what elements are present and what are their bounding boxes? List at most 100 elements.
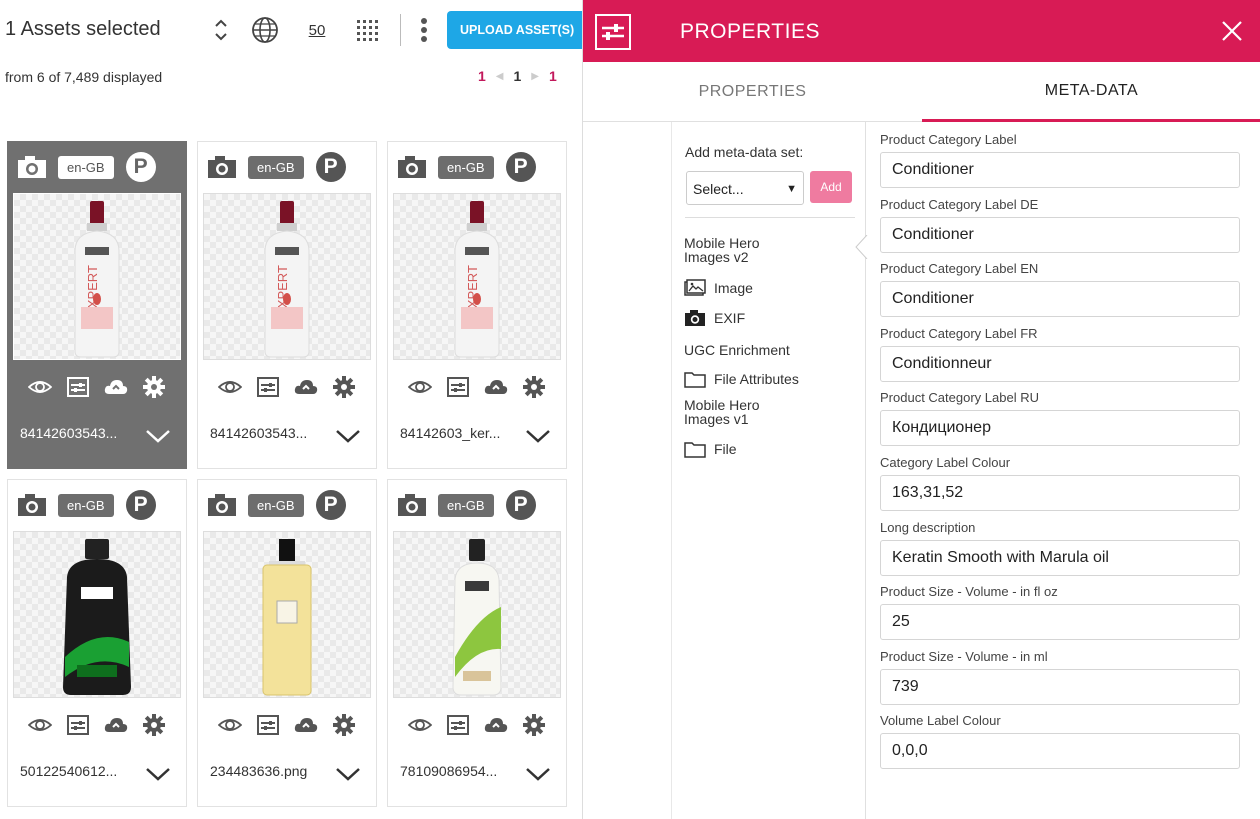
preview-eye-icon[interactable] (408, 713, 432, 737)
metadata-field: Product Category Label Conditioner (880, 132, 1242, 197)
field-input[interactable]: 739 (880, 668, 1240, 705)
field-input[interactable]: Keratin Smooth with Marula oil (880, 539, 1240, 576)
chevron-down-icon[interactable] (334, 427, 362, 445)
asset-filename: 78109086954... (400, 763, 498, 779)
field-label: Product Size - Volume - in ml (880, 648, 1048, 664)
close-icon[interactable] (1219, 18, 1245, 44)
cloud-upload-icon[interactable] (104, 375, 128, 399)
asset-card[interactable]: en-GB P 50122540612... (7, 479, 187, 807)
chevron-down-icon[interactable] (144, 427, 172, 445)
field-input[interactable]: Conditionneur (880, 345, 1240, 382)
p-badge-icon: P (315, 490, 346, 520)
locale-badge: en-GB (438, 493, 494, 517)
metadata-field: Product Size - Volume - in ml 739 (880, 649, 1242, 714)
field-input[interactable]: 163,31,52 (880, 474, 1240, 511)
asset-card[interactable]: en-GB P 78109086954... (387, 479, 567, 807)
camera-icon (208, 494, 236, 516)
cloud-upload-icon[interactable] (484, 375, 508, 399)
properties-icon[interactable] (256, 375, 280, 399)
card-header: en-GB P (16, 490, 178, 520)
metadata-set-select-value: Select... (693, 181, 744, 197)
upload-assets-button[interactable]: UPLOAD ASSET(S) (447, 11, 582, 49)
p-badge-icon: P (125, 490, 156, 520)
next-page-icon[interactable]: ▶ (531, 71, 539, 82)
more-options-icon[interactable] (414, 14, 434, 46)
card-actions (198, 710, 376, 740)
sidebar-item-mobile-hero-v2[interactable]: Mobile Hero Images v2 (684, 236, 784, 264)
sidebar-item-file[interactable]: File (684, 440, 737, 458)
gear-icon[interactable] (332, 713, 356, 737)
cloud-upload-icon[interactable] (294, 713, 318, 737)
prev-page-icon[interactable]: ◀ (496, 71, 504, 82)
tab-properties[interactable]: PROPERTIES (583, 62, 922, 122)
properties-icon[interactable] (66, 713, 90, 737)
chevron-down-icon[interactable] (144, 765, 172, 783)
last-page-link[interactable]: 1 (549, 68, 557, 84)
gear-icon[interactable] (522, 375, 546, 399)
sidebar-item-exif[interactable]: EXIF (684, 309, 745, 327)
field-input[interactable]: 25 (880, 604, 1240, 641)
metadata-field: Product Category Label DE Conditioner (880, 197, 1242, 262)
cloud-upload-icon[interactable] (104, 713, 128, 737)
panel-tabs: PROPERTIES META-DATA (583, 62, 1260, 122)
toolbar-divider (400, 14, 401, 46)
selection-count: 1 Assets selected (5, 18, 161, 40)
asset-card[interactable]: en-GB P 234483636.png (197, 479, 377, 807)
asset-card[interactable]: en-GB P EXPERT 84142603543... (197, 141, 377, 469)
tab-metadata[interactable]: META-DATA (922, 62, 1260, 122)
asset-card[interactable]: en-GB P EXPERT 84142603_ker... (387, 141, 567, 469)
gear-icon[interactable] (522, 713, 546, 737)
properties-icon[interactable] (446, 713, 470, 737)
camera-icon (18, 494, 46, 516)
properties-panel: PROPERTIES PROPERTIES META-DATA Add meta… (582, 0, 1260, 819)
asset-thumbnail[interactable]: EXPERT (203, 193, 371, 360)
gear-icon[interactable] (142, 375, 166, 399)
preview-eye-icon[interactable] (218, 375, 242, 399)
preview-eye-icon[interactable] (218, 713, 242, 737)
asset-thumbnail[interactable] (203, 531, 371, 698)
field-input[interactable]: Conditioner (880, 281, 1240, 318)
properties-icon[interactable] (446, 375, 470, 399)
asset-filename: 84142603543... (20, 425, 118, 441)
sidebar-item-mobile-hero-v1[interactable]: Mobile Hero Images v1 (684, 398, 784, 426)
field-label: Category Label Colour (880, 454, 1011, 470)
globe-icon[interactable] (250, 14, 280, 46)
add-metadata-button[interactable]: Add (810, 171, 852, 203)
cloud-upload-icon[interactable] (484, 713, 508, 737)
sort-icon[interactable] (210, 14, 232, 46)
locale-badge: en-GB (58, 493, 114, 517)
properties-icon[interactable] (256, 713, 280, 737)
preview-eye-icon[interactable] (408, 375, 432, 399)
grid-view-icon[interactable] (353, 14, 381, 46)
asset-filename: 84142603_ker... (400, 425, 501, 441)
field-input[interactable]: Conditioner (880, 152, 1240, 188)
sidebar-item-image[interactable]: Image (684, 279, 753, 297)
locale-badge: en-GB (438, 155, 494, 179)
first-page-link[interactable]: 1 (478, 68, 486, 84)
properties-icon[interactable] (66, 375, 90, 399)
field-input[interactable]: Кондиционер (880, 410, 1240, 447)
preview-eye-icon[interactable] (28, 375, 52, 399)
chevron-down-icon[interactable] (524, 427, 552, 445)
sidebar-item-ugc-enrichment[interactable]: UGC Enrichment (684, 342, 790, 358)
card-header: en-GB P (396, 152, 558, 182)
asset-card[interactable]: en-GB P EXPERT 84142603543... (7, 141, 187, 469)
chevron-down-icon[interactable] (334, 765, 362, 783)
gear-icon[interactable] (332, 375, 356, 399)
preview-eye-icon[interactable] (28, 713, 52, 737)
camera-icon (208, 156, 236, 178)
field-input[interactable]: Conditioner (880, 216, 1240, 253)
page-size-selector[interactable]: 50 (303, 14, 331, 46)
cloud-upload-icon[interactable] (294, 375, 318, 399)
asset-thumbnail[interactable] (13, 531, 181, 698)
gear-icon[interactable] (142, 713, 166, 737)
asset-thumbnail[interactable]: EXPERT (13, 193, 181, 360)
field-input[interactable]: 0,0,0 (880, 733, 1240, 770)
sidebar-item-file-attributes[interactable]: File Attributes (684, 370, 799, 388)
asset-thumbnail[interactable] (393, 531, 561, 698)
metadata-set-select[interactable]: Select... ▼ (686, 171, 804, 205)
product-image (63, 539, 131, 695)
chevron-down-icon[interactable] (524, 765, 552, 783)
current-page: 1 (513, 68, 522, 84)
asset-thumbnail[interactable]: EXPERT (393, 193, 561, 360)
